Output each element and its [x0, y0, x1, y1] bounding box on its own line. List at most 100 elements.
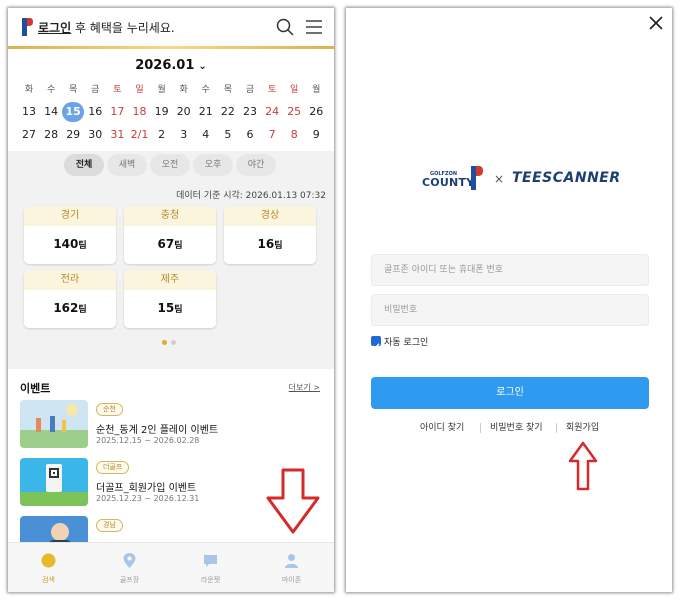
calendar-day[interactable]: 3: [173, 125, 195, 145]
county-label: COUNTY: [422, 176, 475, 189]
event-region-tag: 순천: [96, 403, 123, 416]
nav-golf-course[interactable]: 골프장: [89, 543, 170, 592]
calendar-day[interactable]: 15: [62, 102, 85, 122]
weekday-label: 수: [46, 85, 56, 95]
event-thumbnail: [20, 400, 88, 448]
weekday-header-row: 화수목금토일월화수목금토일월: [18, 80, 328, 100]
id-input[interactable]: 골프존 아이디 또는 휴대폰 번호: [371, 254, 649, 286]
close-icon[interactable]: [649, 16, 663, 30]
event-item[interactable]: 순천 순천_동계 2인 플레이 이벤트 2025.12.15 ~ 2026.02…: [20, 400, 324, 450]
weekday-label: 수: [201, 85, 210, 95]
calendar-day[interactable]: 7: [261, 125, 283, 145]
calendar-day[interactable]: 27: [18, 125, 40, 145]
region-card-gyeongsang[interactable]: 경상 16팀: [224, 206, 316, 264]
golf-app-home-screen: 로그인 후 혜택을 누리세요. 2026.01 ⌄ 화수목금토일월화수목금토일월 …: [8, 8, 334, 592]
calendar-day[interactable]: 8: [283, 125, 305, 145]
calendar-week-row: 13 14 15 16 17 18 19 20 21 22 23 24 25 26: [18, 102, 328, 122]
calendar-day[interactable]: 18: [129, 102, 151, 122]
calendar-day[interactable]: 16: [84, 102, 106, 122]
pager-dot[interactable]: [171, 340, 176, 345]
region-name: 제주: [124, 270, 216, 290]
region-name: 충청: [124, 206, 216, 226]
app-logo-icon: [22, 18, 33, 36]
events-more-link[interactable]: 더보기 >: [289, 382, 320, 393]
calendar-day[interactable]: 6: [239, 125, 261, 145]
region-card-jeolla[interactable]: 전라 162팀: [24, 270, 116, 328]
screenshot-stage: 로그인 후 혜택을 누리세요. 2026.01 ⌄ 화수목금토일월화수목금토일월 …: [0, 0, 682, 600]
filter-afternoon[interactable]: 오후: [193, 154, 233, 176]
pager-dot-active[interactable]: [162, 340, 167, 345]
calendar-day[interactable]: 19: [151, 102, 173, 122]
calendar-day[interactable]: 29: [62, 125, 84, 145]
events-heading: 이벤트: [20, 382, 51, 395]
link-divider: [480, 423, 481, 433]
event-name: 더골프_회원가입 이벤트: [96, 483, 197, 494]
find-password-link[interactable]: 비밀번호 찾기: [490, 420, 543, 433]
filter-night[interactable]: 야간: [236, 154, 276, 176]
calendar-day[interactable]: 17: [106, 102, 128, 122]
weekday-label: 일: [290, 85, 299, 95]
weekday-label: 토: [267, 85, 277, 95]
region-card-gyeonggi[interactable]: 경기 140팀: [24, 206, 116, 264]
calendar-day[interactable]: 2: [151, 125, 173, 145]
auto-login-checkbox[interactable]: [371, 336, 381, 350]
calendar-day[interactable]: 21: [195, 102, 217, 122]
calendar-day[interactable]: 25: [283, 102, 305, 122]
calendar-day[interactable]: 31: [106, 125, 128, 145]
red-arrow-down-annotation: [266, 468, 320, 534]
calendar-day[interactable]: 22: [217, 102, 239, 122]
login-button[interactable]: 로그인: [371, 377, 649, 409]
teescanner-logo: TEESCANNER: [512, 170, 621, 186]
event-name: 순천_동계 2인 플레이 이벤트: [96, 425, 219, 436]
filter-dawn[interactable]: 새벽: [107, 154, 147, 176]
carousel-pager: [160, 340, 184, 346]
password-input[interactable]: 비밀번호: [371, 294, 649, 326]
brand-separator: ×: [494, 172, 505, 186]
filter-morning[interactable]: 오전: [150, 154, 190, 176]
nav-lounge[interactable]: 라운젯: [170, 543, 251, 592]
golfzon-county-logo-icon: [471, 166, 483, 190]
calendar-day[interactable]: 28: [40, 125, 62, 145]
sign-up-link[interactable]: 회원가입: [566, 420, 599, 433]
calendar-day[interactable]: 4: [195, 125, 217, 145]
brand-logos: GOLFZON COUNTY × TEESCANNER: [418, 164, 620, 194]
calendar-day[interactable]: 2/1: [129, 125, 151, 145]
calendar-week-row: 27 28 29 30 31 2/1 2 3 4 5 6 7 8 9: [18, 125, 328, 145]
search-icon[interactable]: [276, 18, 294, 36]
calendar-day[interactable]: 5: [217, 125, 239, 145]
weekday-label: 금: [245, 85, 255, 95]
nav-label: 라운젯: [200, 576, 221, 584]
region-count: 162팀: [53, 301, 87, 315]
login-prompt: 로그인 후 혜택을 누리세요.: [38, 19, 175, 36]
calendar-day[interactable]: 13: [18, 102, 40, 122]
calendar-day[interactable]: 30: [84, 125, 106, 145]
calendar-day[interactable]: 24: [261, 102, 283, 122]
month-selector[interactable]: 2026.01 ⌄: [8, 58, 334, 73]
event-region-tag: 경남: [96, 519, 123, 532]
event-date: 2025.12.15 ~ 2026.02.28: [96, 436, 200, 445]
calendar-day[interactable]: 20: [173, 102, 195, 122]
weekday-label: 월: [312, 85, 321, 95]
calendar-day[interactable]: 9: [305, 125, 327, 145]
hamburger-icon[interactable]: [306, 20, 322, 34]
region-count: 67팀: [157, 237, 183, 251]
calendar-day[interactable]: 14: [40, 102, 62, 122]
region-name: 경기: [24, 206, 116, 226]
login-link[interactable]: 로그인: [38, 21, 71, 35]
calendar-day[interactable]: 23: [239, 102, 261, 122]
filter-all[interactable]: 전체: [64, 154, 104, 176]
region-name: 전라: [24, 270, 116, 290]
event-thumbnail: [20, 458, 88, 506]
find-id-link[interactable]: 아이디 찾기: [420, 420, 464, 433]
month-label: 2026.01: [135, 58, 195, 73]
nav-search[interactable]: 검색: [8, 543, 89, 592]
weekday-label: 일: [135, 85, 144, 95]
region-card-chungcheong[interactable]: 충청 67팀: [124, 206, 216, 264]
region-card-jeju[interactable]: 제주 15팀: [124, 270, 216, 328]
weekday-label: 금: [91, 85, 100, 95]
login-prompt-suffix: 후 혜택을 누리세요.: [71, 21, 175, 35]
region-count: 140팀: [53, 237, 87, 251]
chevron-down-icon: ⌄: [198, 61, 207, 72]
nav-my-zone[interactable]: 마이존: [251, 543, 332, 592]
calendar-day[interactable]: 26: [305, 102, 327, 122]
